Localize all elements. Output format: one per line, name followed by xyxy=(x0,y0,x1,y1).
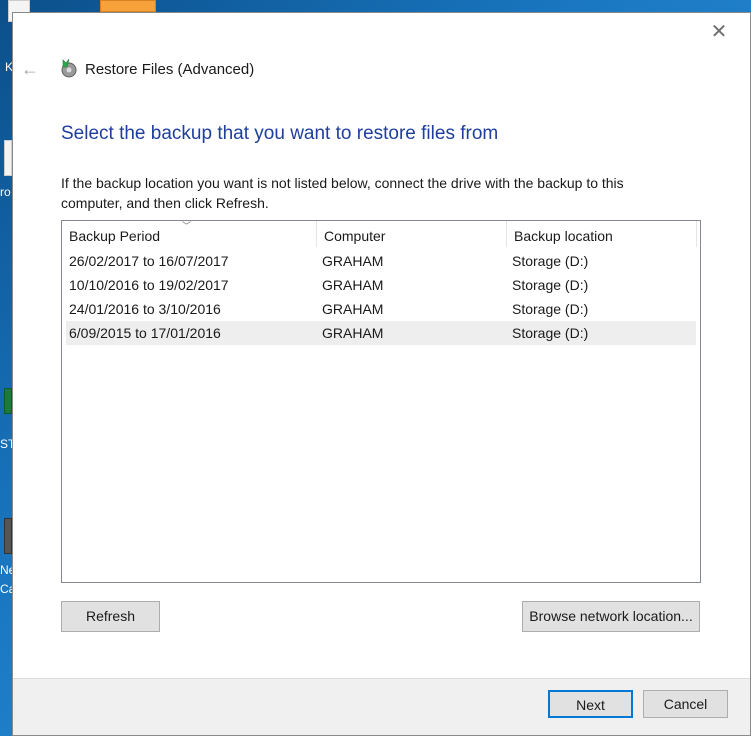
table-row[interactable]: 6/09/2015 to 17/01/2016 GRAHAM Storage (… xyxy=(66,321,696,345)
back-arrow-icon[interactable]: ← xyxy=(21,59,39,80)
title-bar: ← Restore Files (Advanced) xyxy=(13,53,750,87)
backup-restore-icon xyxy=(61,58,77,78)
backup-location-cell: Storage (D:) xyxy=(512,301,589,317)
next-button[interactable]: Next xyxy=(548,690,633,718)
close-icon: ✕ xyxy=(710,21,728,43)
dialog-footer: Next Cancel xyxy=(13,678,750,735)
cancel-button[interactable]: Cancel xyxy=(643,690,728,718)
column-header-label: Backup Period xyxy=(69,228,161,244)
window-title: Restore Files (Advanced) xyxy=(85,61,255,78)
column-header-backup-period[interactable]: ﹀ Backup Period xyxy=(62,221,317,247)
column-header-backup-location[interactable]: Backup location xyxy=(507,221,697,247)
table-row[interactable]: 10/10/2016 to 19/02/2017 GRAHAM Storage … xyxy=(66,273,696,297)
computer-cell: GRAHAM xyxy=(322,325,384,341)
column-header-label: Backup location xyxy=(514,228,613,244)
close-button[interactable]: ✕ xyxy=(710,21,728,43)
sort-descending-icon: ﹀ xyxy=(182,221,192,231)
column-header-label: Computer xyxy=(324,228,386,244)
desktop-icon[interactable] xyxy=(100,0,156,12)
backup-list[interactable]: ﹀ Backup Period Computer Backup location… xyxy=(61,220,701,583)
backup-period-cell: 26/02/2017 to 16/07/2017 xyxy=(69,253,229,269)
list-header: ﹀ Backup Period Computer Backup location xyxy=(62,221,698,247)
backup-period-cell: 24/01/2016 to 3/10/2016 xyxy=(69,301,221,317)
table-row[interactable]: 26/02/2017 to 16/07/2017 GRAHAM Storage … xyxy=(66,249,696,273)
backup-period-cell: 10/10/2016 to 19/02/2017 xyxy=(69,277,229,293)
computer-cell: GRAHAM xyxy=(322,301,384,317)
list-rows: 26/02/2017 to 16/07/2017 GRAHAM Storage … xyxy=(66,249,696,345)
instruction-text: If the backup location you want is not l… xyxy=(61,175,624,211)
refresh-button[interactable]: Refresh xyxy=(61,601,160,632)
backup-period-cell: 6/09/2015 to 17/01/2016 xyxy=(69,325,221,341)
table-row[interactable]: 24/01/2016 to 3/10/2016 GRAHAM Storage (… xyxy=(66,297,696,321)
browse-network-location-button[interactable]: Browse network location... xyxy=(522,601,700,632)
desktop-icon[interactable] xyxy=(4,518,12,554)
backup-location-cell: Storage (D:) xyxy=(512,253,589,269)
page-heading: Select the backup that you want to resto… xyxy=(61,123,499,144)
column-header-computer[interactable]: Computer xyxy=(317,221,507,247)
computer-cell: GRAHAM xyxy=(322,277,384,293)
desktop-icon-label: ro xyxy=(0,185,11,199)
restore-files-dialog: ✕ ← Restore Files (Advanced) Select the … xyxy=(12,12,751,736)
desktop-icon[interactable] xyxy=(4,140,12,176)
backup-location-cell: Storage (D:) xyxy=(512,277,589,293)
backup-location-cell: Storage (D:) xyxy=(512,325,589,341)
desktop-icon[interactable] xyxy=(4,388,12,414)
computer-cell: GRAHAM xyxy=(322,253,384,269)
